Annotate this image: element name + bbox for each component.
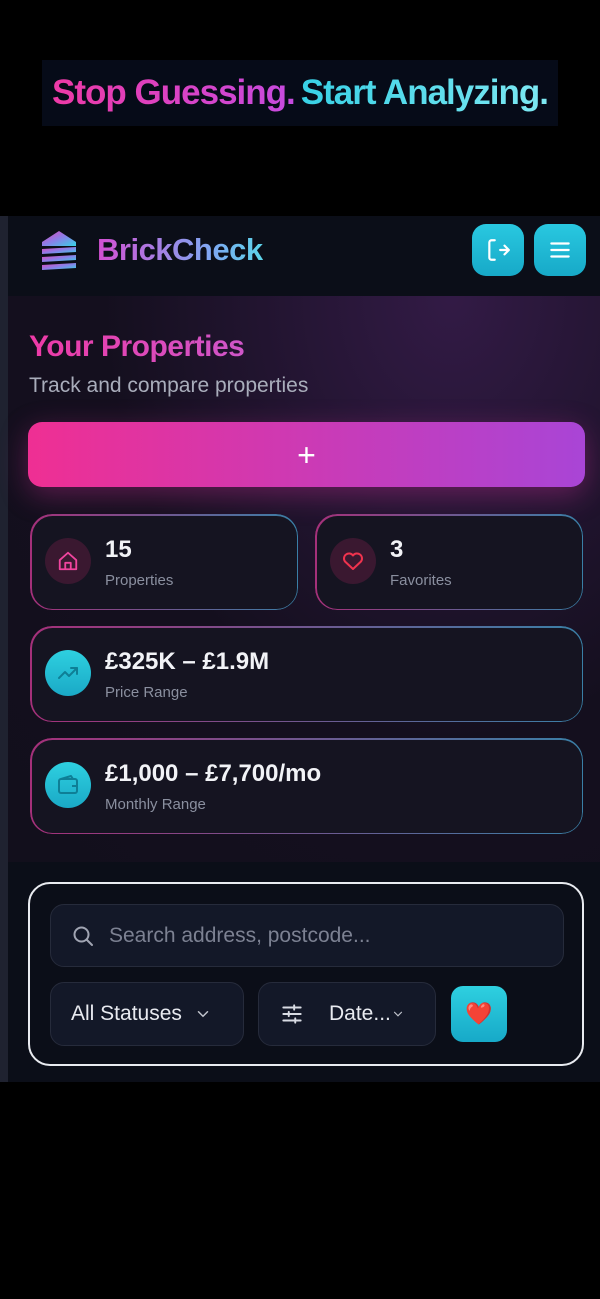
filter-panel: All Statuses Date... ❤️	[28, 882, 584, 1066]
sliders-icon	[282, 1004, 302, 1024]
chevron-down-icon	[393, 1011, 402, 1017]
search-box	[50, 904, 564, 967]
left-edge-strip	[0, 216, 8, 1082]
chevron-down-icon	[197, 1011, 209, 1018]
heart-emoji-icon: ❤️	[465, 1001, 493, 1026]
price-range-label: Price Range	[105, 684, 188, 701]
monthly-range-value: £1,000 – £7,700/mo	[105, 760, 322, 787]
price-range-value: £325K – £1.9M	[105, 648, 270, 675]
monthly-range-label: Monthly Range	[105, 796, 206, 813]
favorites-count: 3	[390, 536, 404, 563]
banner-text-primary: Stop Guessing.	[52, 73, 296, 112]
logout-icon	[488, 239, 510, 261]
app-screen: BrickCheck Your Properties Track and com…	[0, 216, 600, 1082]
hamburger-menu-icon	[550, 242, 570, 258]
favorites-filter-button[interactable]: ❤️	[451, 986, 507, 1042]
sort-select[interactable]: Date...	[258, 982, 436, 1046]
menu-button[interactable]	[534, 224, 586, 276]
sort-value: Date...	[329, 1002, 391, 1025]
promo-banner: Stop Guessing. Start Analyzing.	[42, 60, 558, 126]
house-icon	[45, 538, 91, 584]
status-filter-select[interactable]: All Statuses	[50, 982, 244, 1046]
brand-name: BrickCheck	[97, 232, 263, 267]
brick-logo-icon	[42, 231, 76, 270]
properties-overview: Your Properties Track and compare proper…	[8, 296, 600, 862]
favorites-label: Favorites	[390, 572, 452, 589]
app-header: BrickCheck	[8, 216, 600, 296]
stat-card-monthly-range: £1,000 – £7,700/mo Monthly Range	[30, 738, 583, 834]
add-property-button[interactable]: +	[28, 422, 585, 487]
search-icon	[73, 926, 93, 946]
stat-card-price-range: £325K – £1.9M Price Range	[30, 626, 583, 722]
heart-icon	[330, 538, 376, 584]
banner-text-secondary: Start Analyzing.	[300, 73, 549, 112]
properties-label: Properties	[105, 572, 174, 589]
plus-icon: +	[297, 436, 316, 473]
stat-card-properties: 15 Properties	[30, 514, 298, 610]
wallet-icon	[45, 762, 91, 808]
status-filter-value: All Statuses	[71, 1002, 182, 1025]
search-input[interactable]	[109, 905, 549, 966]
properties-count: 15	[105, 536, 132, 563]
trending-up-icon	[45, 650, 91, 696]
page-subtitle: Track and compare properties	[29, 374, 309, 397]
logout-button[interactable]	[472, 224, 524, 276]
stat-card-favorites: 3 Favorites	[315, 514, 583, 610]
page-title: Your Properties	[29, 330, 245, 363]
